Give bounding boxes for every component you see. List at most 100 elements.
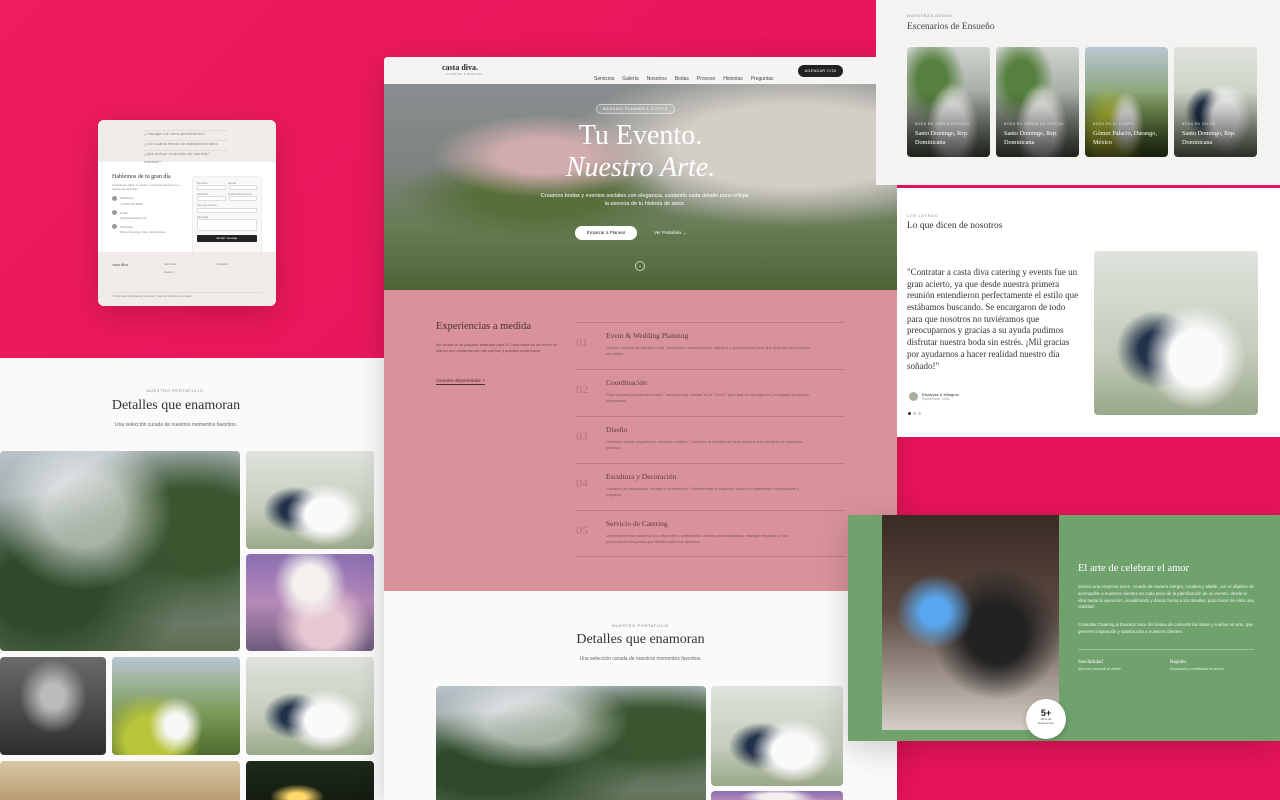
hero-title-line1: Tu Evento. (578, 120, 703, 151)
carousel-dot[interactable] (908, 412, 911, 415)
footer-brand: casta diva. (112, 262, 129, 267)
send-message-button[interactable]: Enviar mensaje (197, 234, 257, 242)
venue-card[interactable]: BODA EN JARDÍN DE CRISTAL Santo Domingo,… (996, 47, 1079, 157)
testimonial-photo (1094, 251, 1258, 415)
footer-link[interactable]: Servicios (164, 262, 176, 266)
carousel-dot[interactable] (913, 412, 916, 415)
email-field[interactable] (228, 185, 257, 191)
arrow-up-right-icon: ↗ (481, 378, 486, 383)
portfolio-subtitle: Una selección curada de nuestros momento… (579, 656, 702, 662)
about-card: 5+ Años de Experiencia El arte de celebr… (848, 515, 1280, 741)
nav-nosotros[interactable]: Nosotros (647, 76, 667, 82)
address-text: Santo Domingo, Rep. Dominicana (120, 230, 166, 235)
about-paragraph-1: Somos una empresa joven, creada de maner… (1078, 584, 1254, 610)
left-portfolio-panel: NUESTRO PORTAFOLIO Detalles que enamoran… (0, 358, 384, 800)
hero-section: WEDDING PLANNER & EVENTS Tu Evento. Nues… (384, 84, 897, 290)
hero-title-line2: Nuestro Arte. (565, 152, 716, 183)
contact-title: Hablemos de tu gran día (112, 174, 171, 180)
faq-item[interactable]: ¿Trabajan con otros proveedores? (144, 122, 228, 136)
about-col-2: Rapidez Soluciones y creatividad en acci… (1170, 660, 1224, 671)
phone-link[interactable]: +1 809 000 0000 (120, 202, 182, 206)
venues-kicker: NUESTRAS BODAS (907, 13, 953, 18)
check-availability-link[interactable]: Consultar disponibilidad ↗ (436, 378, 486, 385)
venue-card[interactable]: BODA EN SALÓN Santo Domingo, Rep. Domini… (1174, 47, 1257, 157)
mail-icon (112, 210, 117, 216)
hero-description: Creamos bodas y eventos sociales con ele… (540, 193, 750, 208)
message-textarea[interactable] (197, 218, 257, 231)
testimonial-kicker: LOS LETRAS (907, 213, 938, 218)
venues-card: NUESTRAS BODAS Escenarios de Ensueño BOD… (876, 0, 1280, 185)
nav-servicios[interactable]: Servicios (594, 76, 614, 82)
main-site-card: casta diva. CATERING & EVENTOS Servicios… (384, 57, 897, 800)
experience-item[interactable]: 04 Escultura y Decoración Creación de es… (576, 463, 845, 510)
nav-bodas[interactable]: Bodas (675, 76, 689, 82)
contact-card: ¿Trabajan con otros proveedores? ¿Con cu… (98, 120, 276, 306)
gallery-photo[interactable] (0, 451, 240, 651)
carousel-dot[interactable] (918, 412, 921, 415)
testimonial-quote: "Contratar a casta diva catering y event… (907, 267, 1079, 371)
event-type-select[interactable] (197, 207, 257, 213)
portfolio-photo[interactable] (436, 686, 706, 800)
avatar (909, 392, 918, 401)
about-paragraph-2: Consultar Catering & Eventos nace del de… (1078, 622, 1253, 634)
experiences-intro: No creamos un paquete estándar para ti. … (436, 342, 558, 354)
experience-item[interactable]: 03 Diseño Dirección visual, papelería y … (576, 416, 845, 463)
left-portfolio-kicker: NUESTRO PORTAFOLIO (146, 388, 204, 393)
footer-link[interactable]: Contacto (216, 262, 228, 266)
faq-item[interactable]: ¿Qué incluye el servicio de catering? (144, 142, 228, 156)
about-photo (882, 515, 1059, 730)
contact-form: Nombre Email Teléfono Fecha del evento T… (192, 176, 262, 256)
testimonial-author: Elsalvyss & Milagros Septiembre, 2024 (909, 392, 959, 401)
phone-field[interactable] (197, 196, 226, 202)
portfolio-title: Detalles que enamoran (576, 632, 705, 647)
name-field[interactable] (197, 185, 226, 191)
event-date-field[interactable] (228, 196, 257, 202)
venues-title: Escenarios de Ensueño (907, 22, 995, 32)
hero-kicker: WEDDING PLANNER & EVENTS (596, 104, 675, 114)
nav-preguntas[interactable]: Preguntas (751, 76, 774, 82)
experience-badge: 5+ Años de Experiencia (1026, 699, 1066, 739)
gallery-photo[interactable] (246, 657, 374, 755)
gallery-photo[interactable] (0, 657, 106, 755)
venue-card[interactable]: BODA EN JARDÍN PRIVADO Santo Domingo, Re… (907, 47, 990, 157)
nav-historias[interactable]: Historias (723, 76, 742, 82)
nav-proceso[interactable]: Proceso (697, 76, 715, 82)
view-portfolio-link[interactable]: Ver Portafolio → (654, 230, 687, 235)
carousel-dots (908, 412, 921, 415)
gallery-photo[interactable] (112, 657, 240, 755)
site-header: casta diva. CATERING & EVENTOS Servicios… (384, 57, 897, 84)
gallery-photo[interactable] (246, 761, 374, 800)
footer-link[interactable]: Galería (164, 270, 174, 274)
main-nav: Servicios Galería Nosotros Bodas Proceso Hist… (586, 67, 774, 85)
contact-footer: casta diva. Servicios Galería Contacto ©… (98, 252, 276, 306)
experience-label: Años de Experiencia (1038, 717, 1054, 725)
contact-lines: WhatsApp +1 809 000 0000 Email info@cast… (112, 196, 182, 235)
testimonial-title: Lo que dicen de nosotros (907, 221, 1003, 231)
experiences-section: Experiencias a medida No creamos un paqu… (384, 290, 897, 591)
about-title: El arte de celebrar el amor (1078, 563, 1190, 574)
about-col-1: Sensibilidad Atención personal al detall… (1078, 660, 1122, 671)
experience-item[interactable]: 02 Coordinación Para quienes ya planearo… (576, 369, 845, 416)
location-icon (112, 224, 117, 230)
faq-section: ¿Trabajan con otros proveedores? ¿Con cu… (98, 120, 276, 164)
experience-item[interactable]: 05 Servicio de Catering Una experiencia … (576, 510, 845, 557)
start-planning-button[interactable]: Empezar a Planear (575, 226, 637, 240)
site-logo[interactable]: casta diva. (442, 63, 478, 72)
email-link[interactable]: info@castadiva.com (120, 216, 182, 220)
faq-item[interactable]: ¿Con cuánto tiempo de anticipación debo … (144, 132, 228, 164)
contact-intro: Cuéntanos sobre tu evento y te responder… (112, 183, 180, 192)
experience-item[interactable]: 01 Event & Wedding Planning Gestión inte… (576, 322, 845, 369)
portfolio-photo[interactable] (711, 686, 843, 786)
gallery-photo[interactable] (246, 554, 374, 651)
experiences-title: Experiencias a medida (436, 321, 532, 332)
arrow-right-icon: → (682, 230, 687, 235)
nav-galeria[interactable]: Galería (622, 76, 638, 82)
site-logo-sub: CATERING & EVENTOS (446, 73, 483, 76)
scroll-down-icon[interactable]: ⌄ (635, 261, 645, 271)
portfolio-section: NUESTRO PORTAFOLIO Detalles que enamoran… (384, 591, 897, 800)
venue-card[interactable]: BODA EN EL CAMPO Gómez Palacio, Durango,… (1085, 47, 1168, 157)
gallery-photo[interactable] (0, 761, 240, 800)
gallery-photo[interactable] (246, 451, 374, 549)
portfolio-photo[interactable] (711, 791, 843, 800)
schedule-appointment-button[interactable]: AGENDAR CITA (798, 65, 843, 77)
